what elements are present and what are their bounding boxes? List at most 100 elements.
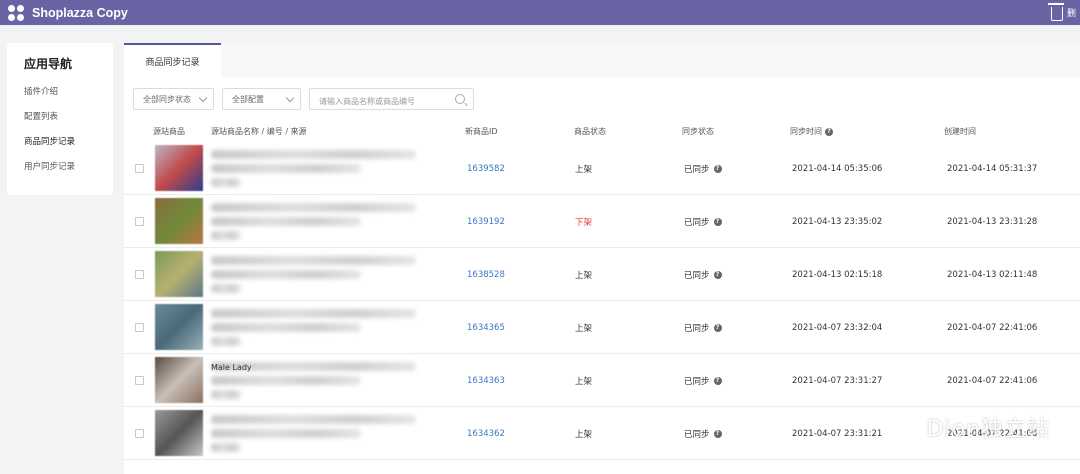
sync-status-select[interactable]: 全部同步状态 [133, 88, 214, 110]
help-icon[interactable]: ? [713, 376, 722, 385]
row-checkbox[interactable] [135, 217, 144, 226]
sync-status: 已同步 [684, 429, 710, 440]
search-input[interactable] [310, 91, 450, 112]
product-name-block [211, 200, 431, 244]
blurred-text [211, 256, 416, 265]
sync-status-select-value: 全部同步状态 [143, 94, 191, 104]
product-status: 上架 [575, 164, 593, 175]
product-thumbnail [155, 304, 203, 350]
created-time-cell: 2021-04-07 22:41:06 [947, 301, 1037, 354]
new-product-id-link[interactable]: 1639192 [467, 217, 505, 227]
new-product-id-link[interactable]: 1639582 [467, 164, 505, 174]
product-status: 上架 [575, 270, 593, 281]
product-status-cell: 下架 [575, 195, 592, 248]
trash-icon[interactable] [1047, 3, 1064, 21]
sync-time-cell: 2021-04-13 02:15:18 [792, 248, 882, 301]
product-thumbnail [155, 410, 203, 456]
new-product-id-link[interactable]: 1634363 [467, 376, 505, 386]
blurred-text [211, 309, 416, 318]
sidebar-item-plugin-intro[interactable]: 插件介绍 [24, 86, 113, 111]
new-id-cell: 1634363 [467, 354, 505, 407]
sync-time: 2021-04-14 05:35:06 [792, 163, 883, 174]
help-icon[interactable]: ? [713, 164, 722, 173]
sidebar: 应用导航 插件介绍 配置列表 商品同步记录 用户同步记录 [7, 43, 113, 195]
product-status-cell: 上架 [575, 301, 592, 354]
search-icon[interactable] [455, 94, 465, 104]
blurred-text [211, 337, 241, 346]
table-row: 1638528 上架 已同步? 2021-04-13 02:15:18 2021-04-… [124, 248, 1080, 301]
search-box [309, 88, 474, 112]
help-icon[interactable]: ? [713, 323, 722, 332]
sync-status: 已同步 [684, 376, 710, 387]
row-checkbox[interactable] [135, 270, 144, 279]
new-id-cell: 1634365 [467, 301, 505, 354]
product-status-cell: 上架 [575, 142, 592, 195]
created-time-cell: 2021-04-07 22:41:06 [947, 354, 1037, 407]
product-name-block [211, 306, 431, 350]
sync-time-cell: 2021-04-07 23:32:04 [792, 301, 882, 354]
row-checkbox[interactable] [135, 429, 144, 438]
product-status-cell: 上架 [575, 248, 592, 301]
table-row: 1639582 上架 已同步? 2021-04-14 05:35:06 2021-04-… [124, 142, 1080, 195]
blurred-text [211, 164, 361, 173]
product-name: Male Lady [211, 363, 252, 372]
new-id-cell: 1638528 [467, 248, 505, 301]
sync-time: 2021-04-07 23:31:27 [792, 375, 883, 386]
product-status: 上架 [575, 429, 593, 440]
product-thumbnail [155, 251, 203, 297]
product-name-block [211, 147, 431, 191]
row-checkbox-cell [135, 301, 144, 354]
blurred-text [211, 203, 416, 212]
tab-product-sync-log[interactable]: 商品同步记录 [124, 43, 221, 77]
new-id-cell: 1634362 [467, 407, 505, 460]
blurred-text [211, 376, 361, 385]
sync-status: 已同步 [684, 270, 710, 281]
sync-time: 2021-04-07 23:31:21 [792, 428, 883, 439]
new-product-id-link[interactable]: 1634365 [467, 323, 505, 333]
col-product-status: 商品状态 [574, 127, 606, 136]
row-checkbox[interactable] [135, 376, 144, 385]
row-checkbox-cell [135, 142, 144, 195]
product-status: 下架 [575, 217, 593, 228]
top-right-actions[interactable]: 删 [1047, 3, 1076, 21]
row-checkbox-cell [135, 354, 144, 407]
sidebar-item-config-list[interactable]: 配置列表 [24, 111, 113, 136]
product-name-block: Male Lady [211, 359, 431, 403]
watermark: Dion独立站 [898, 411, 1050, 443]
created-time-cell: 2021-04-14 05:31:37 [947, 142, 1037, 195]
help-icon[interactable]: ? [713, 217, 722, 226]
product-thumbnail [155, 198, 203, 244]
blurred-text [211, 231, 241, 240]
sync-time-cell: 2021-04-07 23:31:27 [792, 354, 882, 407]
row-checkbox-cell [135, 248, 144, 301]
row-checkbox[interactable] [135, 323, 144, 332]
blurred-text [211, 443, 241, 452]
chevron-down-icon [198, 93, 208, 103]
row-checkbox-cell [135, 195, 144, 248]
top-right-label[interactable]: 删 [1067, 6, 1076, 19]
sync-status-cell: 已同步? [684, 248, 722, 301]
new-product-id-link[interactable]: 1634362 [467, 429, 505, 439]
wechat-icon [898, 418, 926, 436]
sidebar-item-product-sync-log[interactable]: 商品同步记录 [24, 136, 113, 161]
sidebar-item-user-sync-log[interactable]: 用户同步记录 [24, 161, 113, 186]
new-product-id-link[interactable]: 1638528 [467, 270, 505, 280]
blurred-text [211, 323, 361, 332]
sidebar-title: 应用导航 [24, 57, 73, 71]
config-select[interactable]: 全部配置 [222, 88, 301, 110]
help-icon[interactable]: ? [713, 270, 722, 279]
help-icon[interactable]: ? [825, 127, 833, 136]
top-bar: Shoplazza Copy 删 [0, 0, 1080, 25]
col-source-product: 源站商品 [153, 127, 185, 136]
col-source-name: 源站商品名称 / 编号 / 来源 [211, 127, 307, 136]
row-checkbox[interactable] [135, 164, 144, 173]
col-sync-time-label: 同步时间 [790, 127, 822, 136]
sync-time-cell: 2021-04-13 23:35:02 [792, 195, 882, 248]
main-panel: 商品同步记录 全部同步状态 全部配置 源站商品 源站商品名称 / 编号 / 来源… [124, 43, 1080, 474]
blurred-text [211, 284, 241, 293]
sync-status: 已同步 [684, 164, 710, 175]
help-icon[interactable]: ? [713, 429, 722, 438]
table-row: 1634365 上架 已同步? 2021-04-07 23:32:04 2021-04-… [124, 301, 1080, 354]
sync-status-cell: 已同步? [684, 354, 722, 407]
sync-time-cell: 2021-04-14 05:35:06 [792, 142, 882, 195]
